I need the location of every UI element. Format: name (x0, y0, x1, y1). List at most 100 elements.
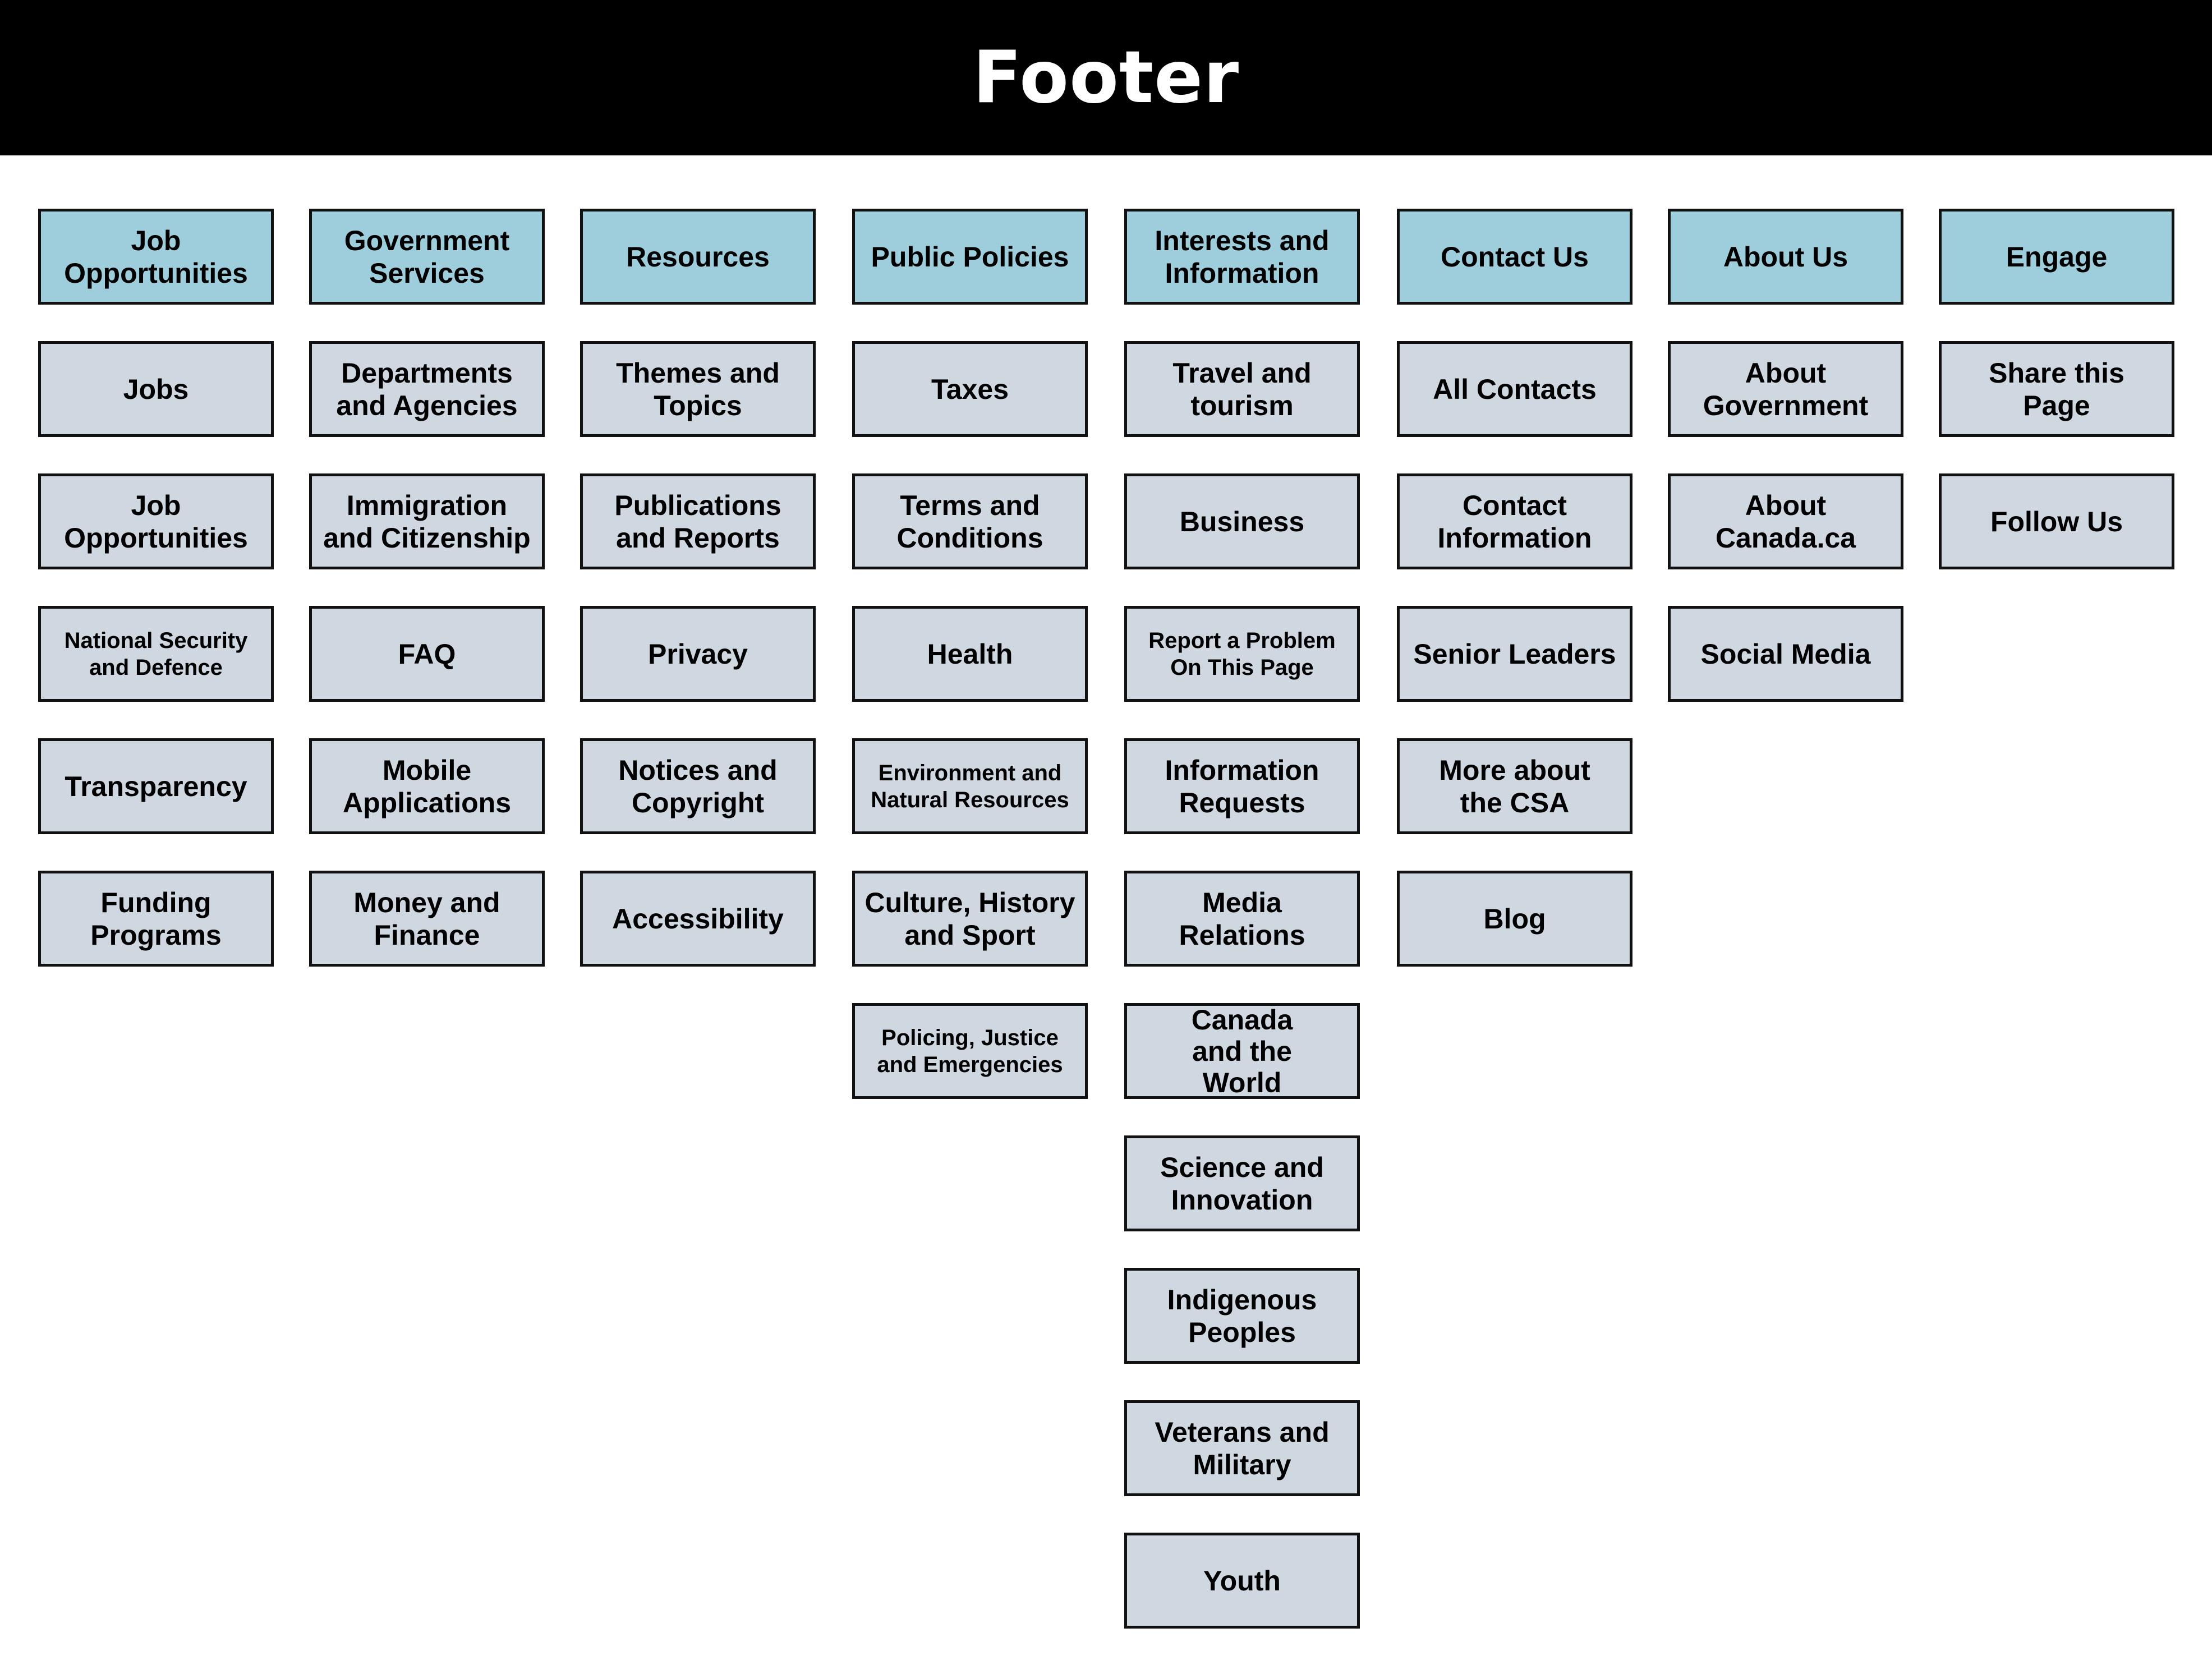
footer-link-box[interactable]: Immigration and Citizenship (309, 473, 545, 569)
footer-link-box[interactable]: Youth (1124, 1533, 1360, 1629)
category-heading-label: Interests and Information (1155, 224, 1330, 289)
footer-link-label: Job Opportunities (64, 489, 248, 554)
footer-link-box[interactable]: Departments and Agencies (309, 341, 545, 437)
footer-link-label: Themes and Topics (616, 357, 780, 421)
footer-link-box[interactable]: Contact Information (1397, 473, 1632, 569)
footer-link-label: Indigenous Peoples (1167, 1284, 1317, 1348)
footer-link-box[interactable]: Follow Us (1939, 473, 2174, 569)
footer-link-label: Media Relations (1179, 886, 1305, 951)
footer-link-box[interactable]: Job Opportunities (38, 473, 274, 569)
category-heading-box[interactable]: Engage (1939, 209, 2174, 305)
footer-link-box[interactable]: Social Media (1668, 606, 1903, 702)
footer-link-label: About Canada.ca (1715, 489, 1856, 554)
footer-link-label: Terms and Conditions (896, 489, 1043, 554)
category-heading-box[interactable]: Resources (580, 209, 816, 305)
footer-link-label: Environment and Natural Resources (871, 760, 1069, 812)
footer-link-box[interactable]: Blog (1397, 871, 1632, 967)
footer-link-box[interactable]: Themes and Topics (580, 341, 816, 437)
footer-link-box[interactable]: Mobile Applications (309, 738, 545, 834)
footer-link-box[interactable]: Money and Finance (309, 871, 545, 967)
footer-sitemap-grid: Job Opportunities Jobs Job Opportunities Na… (0, 0, 2212, 1674)
footer-link-label: Contact Information (1437, 489, 1592, 554)
footer-link-label: Taxes (931, 373, 1009, 405)
footer-link-label: Share this Page (1989, 357, 2124, 421)
footer-link-box[interactable]: Report a Problem On This Page (1124, 606, 1360, 702)
footer-link-box[interactable]: Environment and Natural Resources (852, 738, 1088, 834)
footer-link-box[interactable]: Culture, History and Sport (852, 871, 1088, 967)
footer-link-box[interactable]: Health (852, 606, 1088, 702)
category-heading-label: Resources (626, 241, 770, 273)
footer-column: Interests and Information Travel and tour… (1124, 209, 1360, 1665)
footer-link-box[interactable]: Taxes (852, 341, 1088, 437)
footer-link-box[interactable]: Business (1124, 473, 1360, 569)
footer-link-label: Follow Us (1990, 505, 2123, 537)
footer-link-box[interactable]: FAQ (309, 606, 545, 702)
footer-link-box[interactable]: Travel and tourism (1124, 341, 1360, 437)
footer-link-label: Mobile Applications (342, 754, 512, 818)
footer-link-box[interactable]: Transparency (38, 738, 274, 834)
footer-link-label: Culture, History and Sport (864, 886, 1075, 951)
footer-link-label: Notices and Copyright (618, 754, 778, 818)
category-heading-box[interactable]: Job Opportunities (38, 209, 274, 305)
category-heading-box[interactable]: About Us (1668, 209, 1903, 305)
category-heading-box[interactable]: Contact Us (1397, 209, 1632, 305)
footer-link-box[interactable]: Funding Programs (38, 871, 274, 967)
footer-link-label: Policing, Justice and Emergencies (877, 1025, 1063, 1077)
footer-link-box[interactable]: Jobs (38, 341, 274, 437)
footer-link-box[interactable]: Policing, Justice and Emergencies (852, 1003, 1088, 1099)
footer-link-box[interactable]: Share this Page (1939, 341, 2174, 437)
footer-column: Job Opportunities Jobs Job Opportunities Na… (38, 209, 274, 1003)
footer-column: Contact Us All Contacts Contact Informatio… (1397, 209, 1632, 1003)
footer-column: Government Services Departments and Agenc… (309, 209, 545, 1003)
footer-link-label: Youth (1203, 1565, 1281, 1597)
footer-link-label: Money and Finance (353, 886, 500, 951)
footer-link-label: More about the CSA (1439, 754, 1590, 818)
footer-link-box[interactable]: Senior Leaders (1397, 606, 1632, 702)
footer-link-box[interactable]: Accessibility (580, 871, 816, 967)
category-heading-box[interactable]: Government Services (309, 209, 545, 305)
footer-link-box[interactable]: About Canada.ca (1668, 473, 1903, 569)
footer-link-label: Social Media (1700, 638, 1871, 670)
category-heading-box[interactable]: Public Policies (852, 209, 1088, 305)
footer-link-label: Privacy (648, 638, 748, 670)
footer-link-label: Jobs (123, 373, 189, 405)
footer-link-box[interactable]: More about the CSA (1397, 738, 1632, 834)
footer-link-box[interactable]: About Government (1668, 341, 1903, 437)
footer-link-label: Publications and Reports (614, 489, 781, 554)
footer-link-box[interactable]: Privacy (580, 606, 816, 702)
footer-link-box[interactable]: Information Requests (1124, 738, 1360, 834)
footer-link-box[interactable]: Science and Innovation (1124, 1135, 1360, 1231)
footer-link-label: Business (1179, 505, 1305, 537)
footer-column: Resources Themes and Topics Publications a… (580, 209, 816, 1003)
footer-link-box[interactable]: Publications and Reports (580, 473, 816, 569)
footer-link-label: Veterans and Military (1155, 1416, 1330, 1480)
footer-link-label: Report a Problem On This Page (1148, 628, 1336, 680)
category-heading-label: Government Services (344, 224, 510, 289)
footer-link-label: Canada and the World (1191, 1004, 1293, 1098)
footer-link-label: Information Requests (1165, 754, 1319, 818)
footer-link-box[interactable]: All Contacts (1397, 341, 1632, 437)
category-heading-label: Contact Us (1441, 241, 1589, 273)
footer-link-box[interactable]: Indigenous Peoples (1124, 1268, 1360, 1364)
footer-link-box[interactable]: National Security and Defence (38, 606, 274, 702)
footer-link-label: Departments and Agencies (336, 357, 518, 421)
footer-link-box[interactable]: Veterans and Military (1124, 1400, 1360, 1496)
footer-link-label: Immigration and Citizenship (323, 489, 531, 554)
footer-column: About Us About Government About Canada.ca S… (1668, 209, 1903, 738)
category-heading-label: Public Policies (871, 241, 1069, 273)
footer-link-label: Transparency (65, 770, 247, 802)
footer-link-box[interactable]: Media Relations (1124, 871, 1360, 967)
footer-link-box[interactable]: Notices and Copyright (580, 738, 816, 834)
footer-column: Public Policies Taxes Terms and Conditions… (852, 209, 1088, 1135)
footer-link-label: National Security and Defence (64, 628, 248, 680)
footer-link-label: Science and Innovation (1160, 1151, 1324, 1216)
footer-link-box[interactable]: Canada and the World (1124, 1003, 1360, 1099)
footer-link-label: Accessibility (612, 903, 784, 935)
footer-link-label: About Government (1703, 357, 1869, 421)
footer-link-box[interactable]: Terms and Conditions (852, 473, 1088, 569)
footer-column: Engage Share this Page Follow Us (1939, 209, 2174, 606)
category-heading-label: Engage (2006, 241, 2108, 273)
category-heading-box[interactable]: Interests and Information (1124, 209, 1360, 305)
footer-link-label: Blog (1483, 903, 1546, 935)
footer-link-label: Senior Leaders (1413, 638, 1616, 670)
